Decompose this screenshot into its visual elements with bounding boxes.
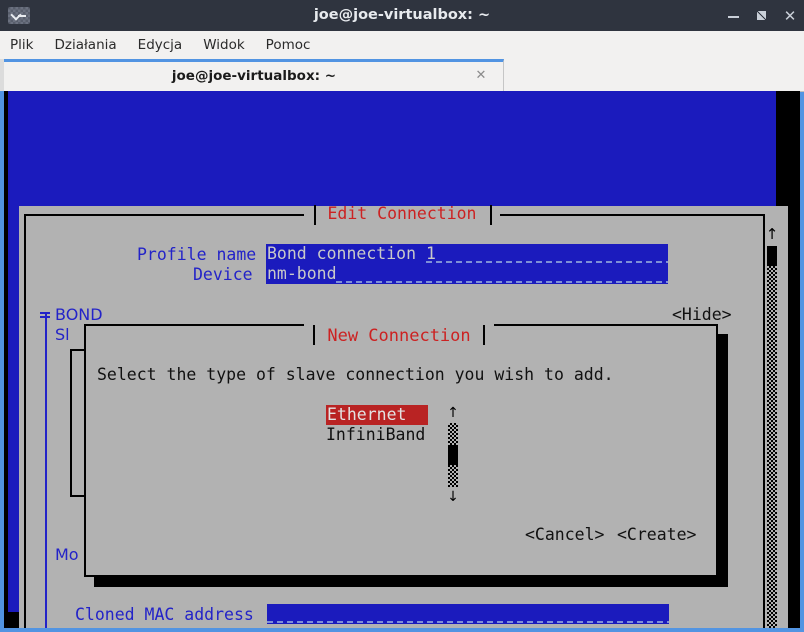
profile-name-input[interactable]: Bond connection 1 [266,244,668,264]
scroll-up-icon[interactable]: ↑ [765,226,779,242]
menu-item-pomoc[interactable]: Pomoc [266,31,311,59]
tab-label: joe@joe-virtualbox: ~ [4,62,504,91]
device-underline [336,281,668,283]
connection-type-option-infiniband[interactable]: InfiniBand [326,425,425,445]
terminal-content: Edit Connection Profile name Bond connec… [4,91,800,628]
edit-connection-title: Edit Connection [304,204,500,228]
device-input[interactable]: nm-bond [266,264,668,284]
cancel-button[interactable]: <Cancel> [525,525,604,545]
cloned-mac-label: Cloned MAC address [75,605,254,625]
connection-type-option-ethernet[interactable]: Ethernet [326,405,428,425]
scrollbar-thumb[interactable] [767,246,777,266]
menu-item-widok[interactable]: Widok [203,31,244,59]
mode-label-truncated: Mo [55,545,79,564]
bond-section-label: BOND [55,305,103,324]
app-root: joe@joe-virtualbox: ~ ✕ Plik Działania E… [0,0,804,632]
cloned-mac-underline [267,621,669,623]
slaves-label-truncated: Sl [55,325,70,344]
tabbar-empty-area [504,59,804,92]
bond-tree-line [45,313,47,628]
profile-name-value: Bond connection 1 [267,244,436,264]
scrollbar-track[interactable] [767,246,777,628]
menu-item-plik[interactable]: Plik [10,31,33,59]
cloned-mac-input[interactable] [267,604,669,624]
tab-close-icon[interactable]: ✕ [473,68,489,84]
slaves-list-border-left [70,349,72,497]
connection-type-scrollbar[interactable]: ↑ ↓ [447,405,461,505]
device-value: nm-bond [267,264,337,284]
tab-terminal[interactable]: joe@joe-virtualbox: ~ ✕ [4,59,504,91]
window-titlebar: joe@joe-virtualbox: ~ ✕ [0,0,804,31]
list-scroll-down-icon[interactable]: ↓ [447,489,459,505]
tabbar: joe@joe-virtualbox: ~ ✕ [0,59,804,91]
option-label-ethernet: Ethernet [327,405,406,425]
device-label: Device [193,265,253,285]
hide-button[interactable]: <Hide> [672,305,732,325]
new-connection-title: New Connection [304,324,494,348]
profile-name-label: Profile name [137,245,256,265]
menubar: Plik Działania Edycja Widok Pomoc [0,31,804,59]
window-title: joe@joe-virtualbox: ~ [0,0,804,31]
list-scroll-up-icon[interactable]: ↑ [447,405,459,421]
list-scrollbar-thumb[interactable] [448,445,458,465]
new-connection-prompt: Select the type of slave connection you … [97,365,614,385]
maximize-icon[interactable] [754,8,770,24]
menu-item-edycja[interactable]: Edycja [138,31,183,59]
edit-connection-scrollbar[interactable]: ↑ ↓ [765,226,779,628]
window-controls: ✕ [726,0,798,31]
create-button[interactable]: <Create> [617,525,696,545]
minimize-icon[interactable] [726,8,742,24]
menu-item-dzialania[interactable]: Działania [54,31,116,59]
close-icon[interactable]: ✕ [782,8,798,24]
profile-name-underline [426,261,668,263]
